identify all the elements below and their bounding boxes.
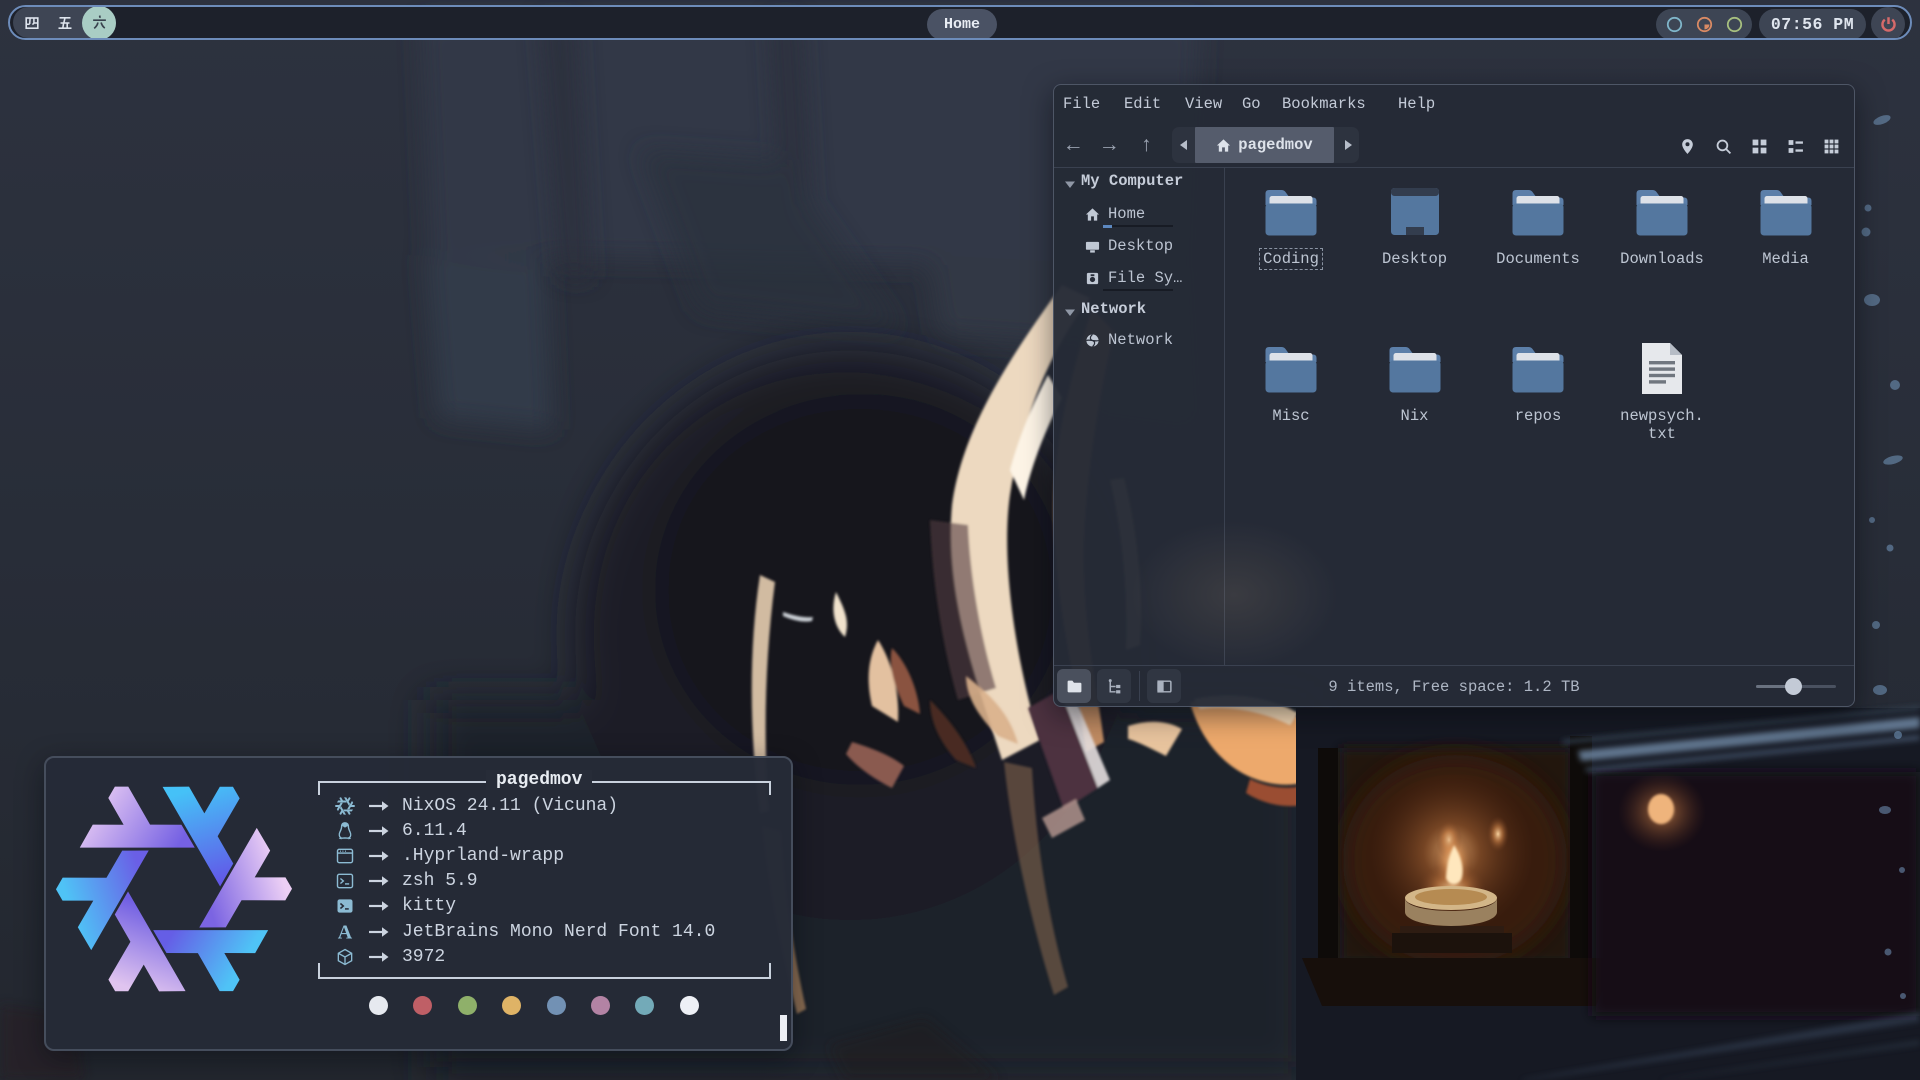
svg-text:A: A [338, 922, 353, 942]
